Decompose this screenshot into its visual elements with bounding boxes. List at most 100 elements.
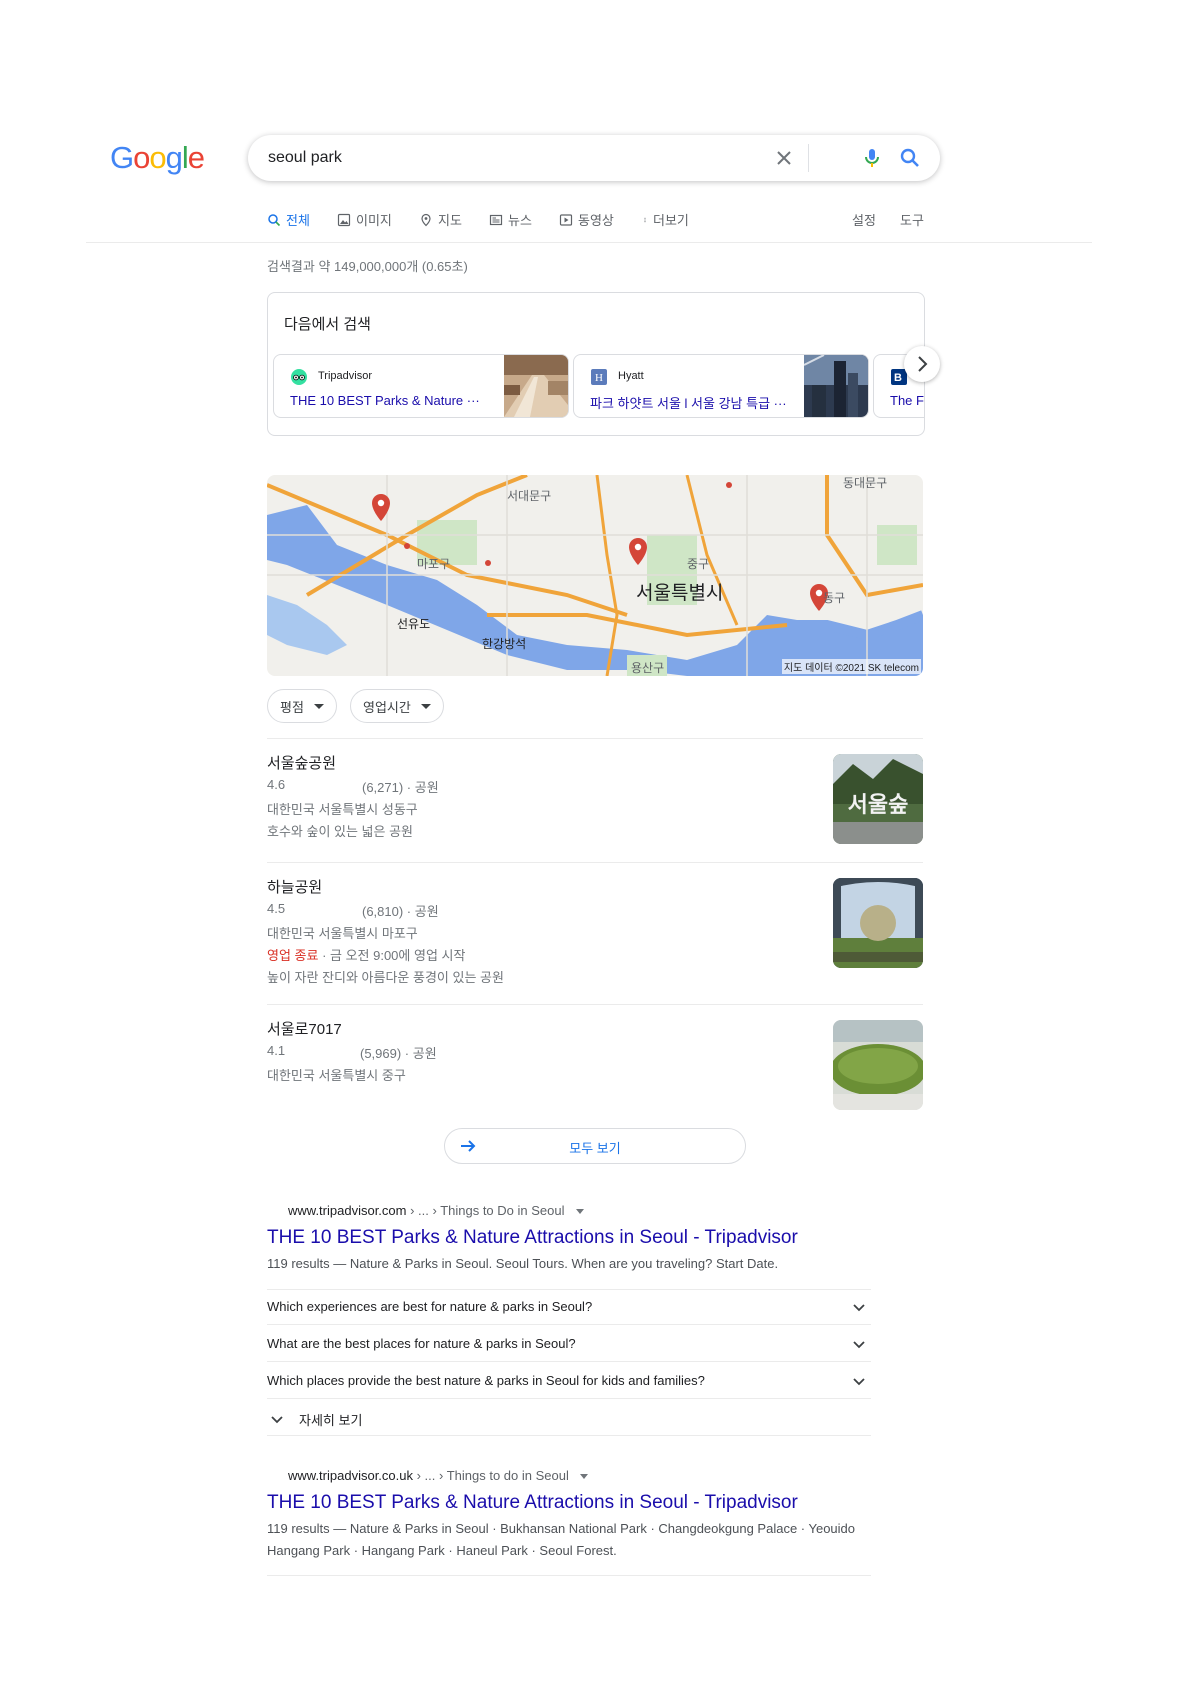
map-label: 동구 bbox=[823, 591, 846, 605]
place-rating: 4.1 bbox=[267, 1043, 286, 1058]
related-question[interactable]: Which places provide the best nature & p… bbox=[267, 1363, 871, 1399]
place-reviews: (5,969) · 공원 bbox=[360, 1046, 437, 1061]
place-address: 대한민국 서울특별시 성동구 bbox=[267, 802, 418, 817]
map-label: 선유도 bbox=[397, 617, 431, 631]
place-description: 높이 자란 잔디와 아름다운 풍경이 있는 공원 bbox=[267, 970, 504, 985]
next-button[interactable] bbox=[904, 346, 940, 382]
place-address: 대한민국 서울특별시 마포구 bbox=[267, 926, 418, 941]
place-description: 호수와 숲이 있는 넓은 공원 bbox=[267, 824, 414, 839]
divider bbox=[267, 1435, 871, 1436]
place-reviews: (6,810) · 공원 bbox=[362, 904, 439, 919]
result-snippet: 119 results — Nature & Parks in Seoul · … bbox=[267, 1521, 856, 1536]
place-hours: 영업 종료 · 금 오전 9:00에 영업 시작 bbox=[267, 948, 466, 963]
card-title: 파크 하얏트 서울 l 서울 강남 특급 ··· bbox=[590, 396, 787, 411]
dropdown-arrow-icon[interactable] bbox=[576, 1209, 585, 1215]
result-snippet: Hangang Park · Hangang Park · Haneul Par… bbox=[267, 1543, 617, 1558]
divider bbox=[267, 1324, 871, 1325]
search-in-panel: 다음에서 검색 Tripadvisor THE 10 BEST Parks & … bbox=[267, 292, 925, 436]
map-view[interactable]: 서대문구 동대문구 마포구 중구 서울특별시 동구 선유도 한강방석 용산구 지… bbox=[267, 475, 923, 676]
related-question[interactable]: What are the best places for nature & pa… bbox=[267, 1326, 871, 1362]
related-question[interactable]: Which experiences are best for nature & … bbox=[267, 1289, 871, 1325]
video-icon bbox=[559, 213, 573, 226]
see-all-button[interactable]: 모두 보기 bbox=[444, 1128, 746, 1164]
card-site-name: Hyatt bbox=[618, 370, 644, 382]
place-reviews: (6,271) · 공원 bbox=[362, 780, 439, 795]
place-result-haneul-park[interactable]: 하늘공원 4.5 (6,810) · 공원 대한민국 서울특별시 마포구 영업 … bbox=[267, 876, 923, 996]
result-title-link[interactable]: THE 10 BEST Parks & Nature Attractions i… bbox=[267, 1227, 798, 1249]
result-url[interactable]: www.tripadvisor.com › ... › Things to Do… bbox=[288, 1203, 585, 1218]
result-title-link[interactable]: THE 10 BEST Parks & Nature Attractions i… bbox=[267, 1492, 798, 1514]
svg-text:서울숲: 서울숲 bbox=[848, 793, 909, 818]
search-in-heading: 다음에서 검색 bbox=[284, 316, 371, 333]
divider bbox=[267, 1575, 871, 1576]
map-city-label: 서울특별시 bbox=[636, 583, 724, 604]
divider bbox=[808, 144, 809, 172]
map-label: 용산구 bbox=[631, 661, 665, 675]
tools-link[interactable]: 도구 bbox=[900, 210, 924, 229]
result-snippet: 119 results — Nature & Parks in Seoul. S… bbox=[267, 1256, 779, 1271]
divider bbox=[267, 1361, 871, 1362]
search-icon[interactable] bbox=[898, 146, 922, 170]
place-address: 대한민국 서울특별시 중구 bbox=[267, 1068, 406, 1083]
search-icon bbox=[268, 213, 281, 226]
search-box[interactable]: seoul park bbox=[248, 135, 940, 181]
hyatt-icon: H bbox=[591, 369, 607, 385]
tab-news[interactable]: 뉴스 bbox=[489, 210, 532, 229]
divider bbox=[267, 1398, 871, 1399]
chevron-down-icon bbox=[853, 1378, 865, 1386]
card-site-name: Tripadvisor bbox=[318, 370, 372, 382]
place-result-seoul-forest[interactable]: 서울숲공원 4.6 (6,271) · 공원 대한민국 서울특별시 성동구 호수… bbox=[267, 752, 923, 852]
place-rating: 4.6 bbox=[267, 777, 286, 792]
search-in-card-tripadvisor[interactable]: Tripadvisor THE 10 BEST Parks & Nature ·… bbox=[273, 354, 569, 418]
result-stats: 검색결과 약 149,000,000개 (0.65초) bbox=[267, 259, 468, 274]
svg-text:H: H bbox=[595, 372, 603, 384]
place-photo bbox=[833, 1020, 923, 1110]
rating-filter-chip[interactable]: 평점 bbox=[267, 689, 337, 723]
chevron-down-icon bbox=[853, 1304, 865, 1312]
search-input[interactable]: seoul park bbox=[268, 149, 342, 167]
chevron-down-icon bbox=[853, 1341, 865, 1349]
news-icon bbox=[489, 214, 503, 225]
map-pin-icon bbox=[421, 213, 431, 226]
more-dots-icon bbox=[644, 217, 646, 222]
dropdown-arrow-icon bbox=[420, 703, 431, 709]
chevron-right-icon bbox=[918, 356, 928, 372]
closed-status: 영업 종료 bbox=[267, 948, 319, 963]
show-more-button[interactable]: 자세히 보기 bbox=[267, 1400, 871, 1436]
place-photo bbox=[833, 878, 923, 968]
chevron-down-icon bbox=[271, 1416, 283, 1424]
map-label: 동대문구 bbox=[843, 476, 888, 490]
image-icon bbox=[337, 213, 351, 226]
settings-link[interactable]: 설정 bbox=[852, 210, 876, 229]
map-label: 한강방석 bbox=[482, 637, 527, 651]
place-photo: 서울숲 bbox=[833, 754, 923, 844]
header-divider bbox=[86, 242, 1092, 243]
tab-images[interactable]: 이미지 bbox=[337, 210, 392, 229]
place-rating: 4.5 bbox=[267, 901, 286, 916]
card-title: THE 10 BEST Parks & Nature ··· bbox=[290, 393, 480, 408]
divider bbox=[267, 1289, 871, 1290]
map-label: 마포구 bbox=[417, 557, 451, 571]
google-logo[interactable]: Google bbox=[110, 140, 205, 176]
tab-maps[interactable]: 지도 bbox=[419, 210, 462, 229]
place-name: 하늘공원 bbox=[267, 879, 323, 896]
result-url[interactable]: www.tripadvisor.co.uk › ... › Things to … bbox=[288, 1468, 589, 1483]
clear-icon[interactable] bbox=[772, 146, 796, 170]
map-copyright: 지도 데이터 ©2021 SK telecom bbox=[781, 659, 921, 674]
tab-all[interactable]: 전체 bbox=[267, 210, 310, 229]
tab-more[interactable]: 더보기 bbox=[642, 210, 689, 229]
place-name: 서울로7017 bbox=[267, 1021, 342, 1038]
divider bbox=[267, 1004, 923, 1005]
dropdown-arrow-icon bbox=[313, 703, 324, 709]
microphone-icon[interactable] bbox=[860, 146, 884, 170]
place-name: 서울숲공원 bbox=[267, 755, 337, 772]
dropdown-arrow-icon[interactable] bbox=[580, 1474, 589, 1480]
place-result-seoullo[interactable]: 서울로7017 4.1 (5,969) · 공원 대한민국 서울특별시 중구 bbox=[267, 1018, 923, 1114]
search-in-card-hyatt[interactable]: H Hyatt 파크 하얏트 서울 l 서울 강남 특급 ··· bbox=[573, 354, 869, 418]
hours-filter-chip[interactable]: 영업시간 bbox=[350, 689, 444, 723]
tab-videos[interactable]: 동영상 bbox=[559, 210, 614, 229]
tripadvisor-icon bbox=[291, 369, 307, 385]
divider bbox=[267, 738, 923, 739]
skyline-photo-thumbnail bbox=[804, 355, 868, 417]
divider bbox=[267, 862, 923, 863]
